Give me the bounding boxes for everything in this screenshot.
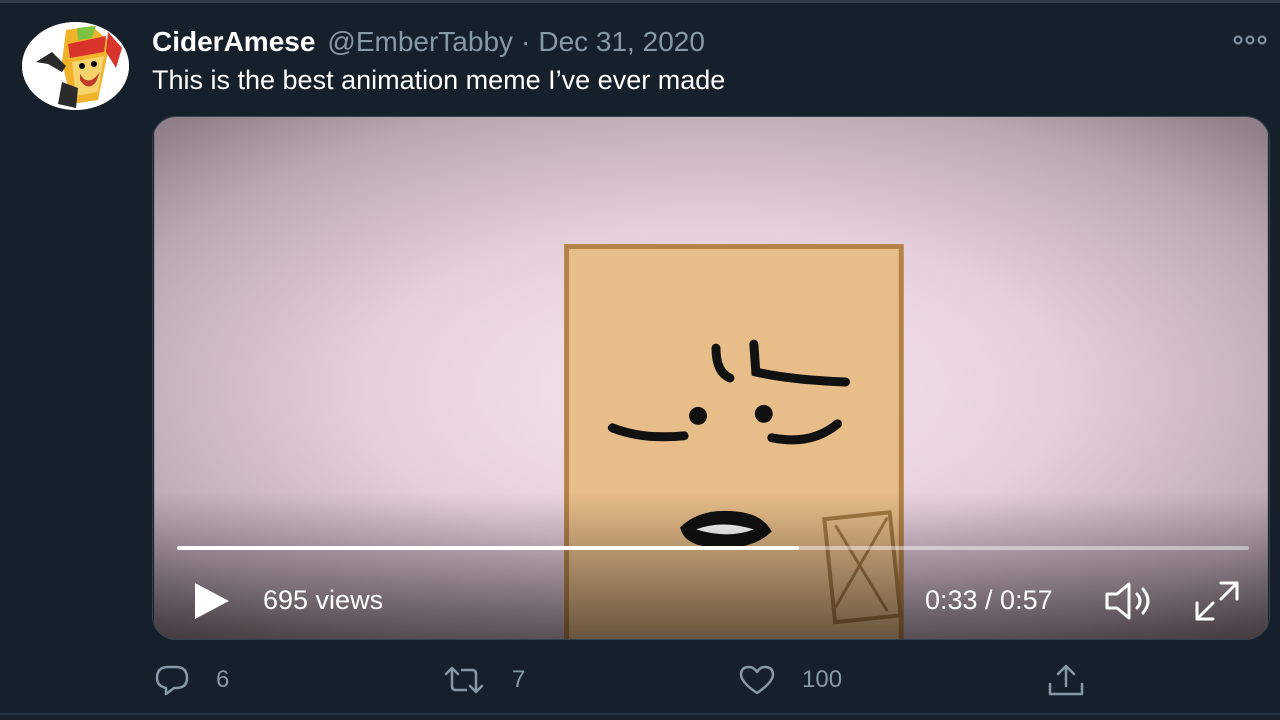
tweet-text: This is the best animation meme I’ve eve…: [152, 65, 726, 95]
user-handle[interactable]: @EmberTabby: [327, 26, 513, 58]
more-button[interactable]: [1230, 30, 1270, 50]
video-time: 0:33 / 0:57: [925, 585, 1053, 615]
fullscreen-button[interactable]: [1193, 579, 1241, 623]
top-divider: [0, 0, 1280, 3]
avatar-image: [22, 22, 129, 110]
retweet-button[interactable]: 7: [442, 660, 525, 700]
volume-icon: [1105, 582, 1150, 620]
like-icon: [739, 665, 775, 695]
retweet-icon: [444, 666, 484, 694]
tweet-header: CiderAmese @EmberTabby · Dec 31, 2020: [152, 24, 705, 60]
volume-button[interactable]: [1103, 579, 1159, 623]
fullscreen-icon: [1195, 581, 1239, 621]
reply-icon: [155, 665, 189, 696]
video-player[interactable]: 695 views 0:33 / 0:57: [152, 116, 1270, 640]
play-button[interactable]: [189, 579, 233, 623]
display-name[interactable]: CiderAmese: [152, 26, 315, 58]
reply-button[interactable]: 6: [154, 660, 229, 700]
more-icon: [1233, 35, 1267, 45]
like-button[interactable]: 100: [738, 660, 842, 700]
reply-count: 6: [216, 666, 230, 693]
view-count: 695 views: [263, 585, 384, 615]
header-separator: ·: [521, 26, 531, 57]
share-icon: [1048, 664, 1084, 696]
video-frame: [154, 117, 1268, 639]
video-progress-fill: [177, 546, 799, 550]
video-progress-bar[interactable]: [177, 546, 1249, 550]
like-count: 100: [802, 666, 843, 693]
play-icon: [195, 583, 229, 619]
retweet-count: 7: [512, 666, 526, 693]
tweet-date[interactable]: Dec 31, 2020: [538, 26, 705, 58]
share-button[interactable]: [1046, 660, 1086, 700]
bottom-divider: [0, 713, 1280, 715]
avatar[interactable]: [22, 22, 129, 110]
